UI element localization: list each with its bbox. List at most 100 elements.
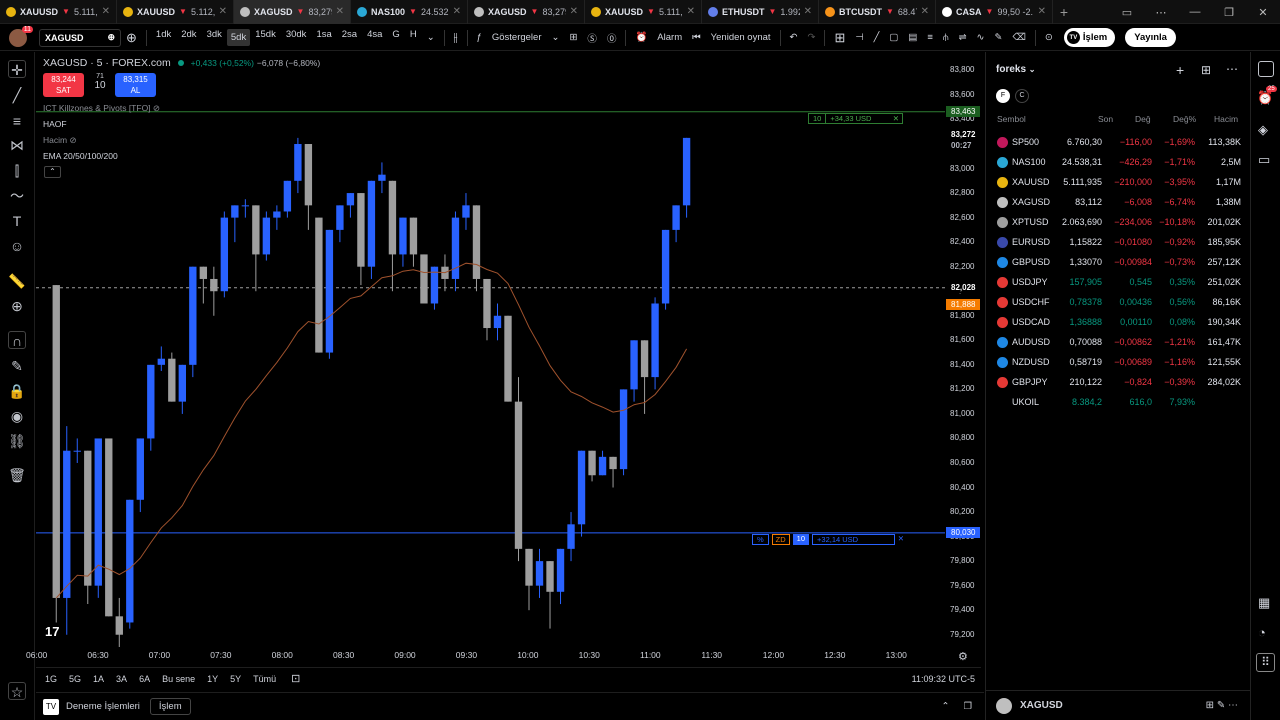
details-icons[interactable]: ⊞ ✎ ⋯ (1206, 700, 1238, 711)
close-tab-icon[interactable]: ✕ (921, 6, 929, 17)
pitchfork-icon[interactable]: ⫛ (938, 32, 954, 43)
close-icon[interactable]: ✕ (898, 534, 904, 545)
trade-tab[interactable]: İşlem (149, 698, 191, 715)
watchlist-row[interactable]: USDJPY 157,905 0,545 0,35% 251,02K (986, 272, 1251, 292)
clock[interactable]: 11:09:32 UTC-5 (912, 674, 975, 684)
link-icon[interactable]: ⛓ (8, 432, 26, 450)
time-axis[interactable]: 06:00 06:30 07:00 07:30 08:00 08:30 09:00 09:30… (26, 647, 945, 664)
tab-btcusdt[interactable]: BTCUSDT ▼68.473, ✕ (819, 0, 936, 24)
interval-H[interactable]: H (405, 29, 422, 46)
close-tab-icon[interactable]: ✕ (336, 6, 344, 17)
close-tab-icon[interactable]: ✕ (102, 6, 110, 17)
flag-c-icon[interactable]: C (1015, 89, 1029, 103)
pattern-icon[interactable]: ⋈ (8, 136, 26, 154)
col-chgpct[interactable]: Değ% (1173, 114, 1196, 124)
close-tab-icon[interactable]: ✕ (570, 6, 578, 17)
chevron-up-icon[interactable]: ⌃ (942, 701, 950, 712)
candle-type-icon[interactable]: ⫲ (449, 30, 463, 45)
range-5G[interactable]: 5G (66, 674, 84, 684)
close-tab-icon[interactable]: ✕ (804, 6, 812, 17)
close-button[interactable]: ✕ (1246, 6, 1280, 19)
range-Tümü[interactable]: Tümü (250, 674, 279, 684)
pct-button[interactable]: % (752, 534, 769, 545)
watchlist-row[interactable]: GBPUSD 1,33070 −0,00984 −0,73% 257,12K (986, 252, 1251, 272)
wave-icon[interactable]: ∿ (972, 32, 990, 43)
paper-trading-label[interactable]: Deneme İşlemleri (66, 701, 140, 712)
range-3A[interactable]: 3A (113, 674, 130, 684)
watchlist-row[interactable]: XAUUSD 5.111,935 −210,000 −3,95% 1,17M (986, 172, 1251, 192)
range-1Y[interactable]: 1Y (204, 674, 221, 684)
lock-icon[interactable]: 🔒 (8, 382, 26, 400)
watchlist-row[interactable]: XPTUSD 2.063,690 −234,006 −10,18% 201,02K (986, 212, 1251, 232)
sell-button[interactable]: 83,244 SAT (43, 73, 84, 97)
trendline-icon[interactable]: ╱ (869, 32, 885, 43)
order-line-top[interactable]: 10 +34,33 USD ✕ (808, 113, 903, 124)
forecast-icon[interactable]: ⫿ (8, 162, 26, 180)
settings-icon[interactable]: ⚙ (958, 650, 968, 663)
interval-5dk[interactable]: 5dk (226, 29, 251, 46)
publish-button[interactable]: Yayınla (1125, 28, 1176, 47)
close-tab-icon[interactable]: ✕ (1038, 6, 1046, 17)
watchlist-row[interactable]: USDCHF 0,78378 0,00436 0,56% 86,16K (986, 292, 1251, 312)
candlestick-chart[interactable] (36, 52, 945, 647)
sl-button[interactable]: ZD (771, 534, 790, 545)
layout-icon[interactable]: ▭ (1110, 6, 1144, 19)
watchlist-row[interactable]: XAGUSD 83,112 −6,008 −6,74% 1,38M (986, 192, 1251, 212)
indicator-haof[interactable]: HAOF (43, 119, 67, 129)
zero-icon[interactable]: ⓪ (602, 31, 622, 45)
text-icon[interactable]: T (8, 212, 26, 230)
collapse-legend-button[interactable]: ⌃ (44, 166, 61, 178)
eye-icon[interactable]: ◉ (8, 407, 26, 425)
watchlist-row[interactable]: SP500 6.760,30 −116,00 −1,69% 113,38K (986, 132, 1251, 152)
indicator-ema[interactable]: EMA 20/50/100/200 (43, 151, 118, 161)
lines-icon[interactable]: ≡ (922, 32, 938, 43)
replay-button[interactable]: Yeniden oynat (706, 32, 776, 43)
watchlist-row[interactable]: UKOIL 8.384,2 616,0 7,93% (986, 392, 1251, 412)
more-icon[interactable]: ⋯ (1226, 62, 1238, 76)
maximize-button[interactable]: ❐ (1212, 6, 1246, 19)
trade-button[interactable]: TV İşlem (1063, 28, 1116, 47)
more-icon[interactable]: ⋯ (1144, 6, 1178, 19)
range-6A[interactable]: 6A (136, 674, 153, 684)
watchlist-row[interactable]: NZDUSD 0,58719 −0,00689 −1,16% 121,55K (986, 352, 1251, 372)
tab-ethusdt[interactable]: ETHUSDT▼1.992, ✕ (702, 0, 819, 24)
watchlist-row[interactable]: AUDUSD 0,70088 −0,00862 −1,21% 161,47K (986, 332, 1251, 352)
brush-icon[interactable]: 〜 (8, 187, 26, 205)
watchlist-row[interactable]: GBPJPY 210,122 −0,824 −0,39% 284,02K (986, 372, 1251, 392)
indicator-volume[interactable]: Hacim ⊘ (43, 135, 77, 146)
buy-button[interactable]: 83,315 AL (115, 73, 156, 97)
range-1G[interactable]: 1G (42, 674, 60, 684)
col-symbol[interactable]: Sembol (997, 114, 1026, 124)
crosshair-icon[interactable]: ✛ (8, 60, 26, 78)
trash-icon[interactable]: 🗑 (8, 466, 26, 484)
alarm-button[interactable]: Alarm (652, 32, 687, 43)
templates-icon[interactable]: ⊞ (564, 32, 582, 43)
watchlist-icon[interactable] (1258, 61, 1274, 77)
close-tab-icon[interactable]: ✕ (453, 6, 461, 17)
qty[interactable]: 10 (90, 80, 110, 91)
col-chg[interactable]: Değ (1135, 114, 1151, 124)
apps-icon[interactable]: ⠿ (1256, 653, 1275, 672)
eraser-icon[interactable]: ⌫ (1007, 32, 1030, 43)
magnet-icon[interactable]: ∩ (8, 331, 26, 349)
watchlist-row[interactable]: USDCAD 1,36888 0,00110 0,08% 190,34K (986, 312, 1251, 332)
fib-icon[interactable]: ▤ (903, 32, 922, 43)
range-Bu sene[interactable]: Bu sene (159, 674, 198, 684)
interval-30dk[interactable]: 30dk (281, 29, 312, 46)
close-tab-icon[interactable]: ✕ (687, 6, 695, 17)
interval-3dk[interactable]: 3dk (202, 29, 227, 46)
price-axis[interactable]: 83,80083,60083,40083,20083,00082,80082,6… (945, 52, 981, 664)
emoji-icon[interactable]: ☺ (8, 237, 26, 255)
layers-icon[interactable]: ◈ (1258, 122, 1268, 138)
watchlist-row[interactable]: NAS100 24.538,31 −426,29 −1,71% 2,5M (986, 152, 1251, 172)
watchlist-name[interactable]: foreks ⌄ (996, 64, 1036, 75)
maximize-panel-icon[interactable]: ❐ (963, 701, 972, 712)
star-icon[interactable]: ☆ (8, 682, 26, 700)
interval-4sa[interactable]: 4sa (362, 29, 387, 46)
interval-2sa[interactable]: 2sa (337, 29, 362, 46)
minimize-button[interactable]: — (1178, 6, 1212, 18)
add-symbol-icon[interactable]: ⊕ (121, 30, 142, 46)
tab-xagusd[interactable]: XAGUSD▼83,279 ✕ (234, 0, 351, 24)
stay-drawing-icon[interactable]: ✎ (8, 357, 26, 375)
calendar-icon[interactable]: ⊡ (291, 672, 300, 685)
